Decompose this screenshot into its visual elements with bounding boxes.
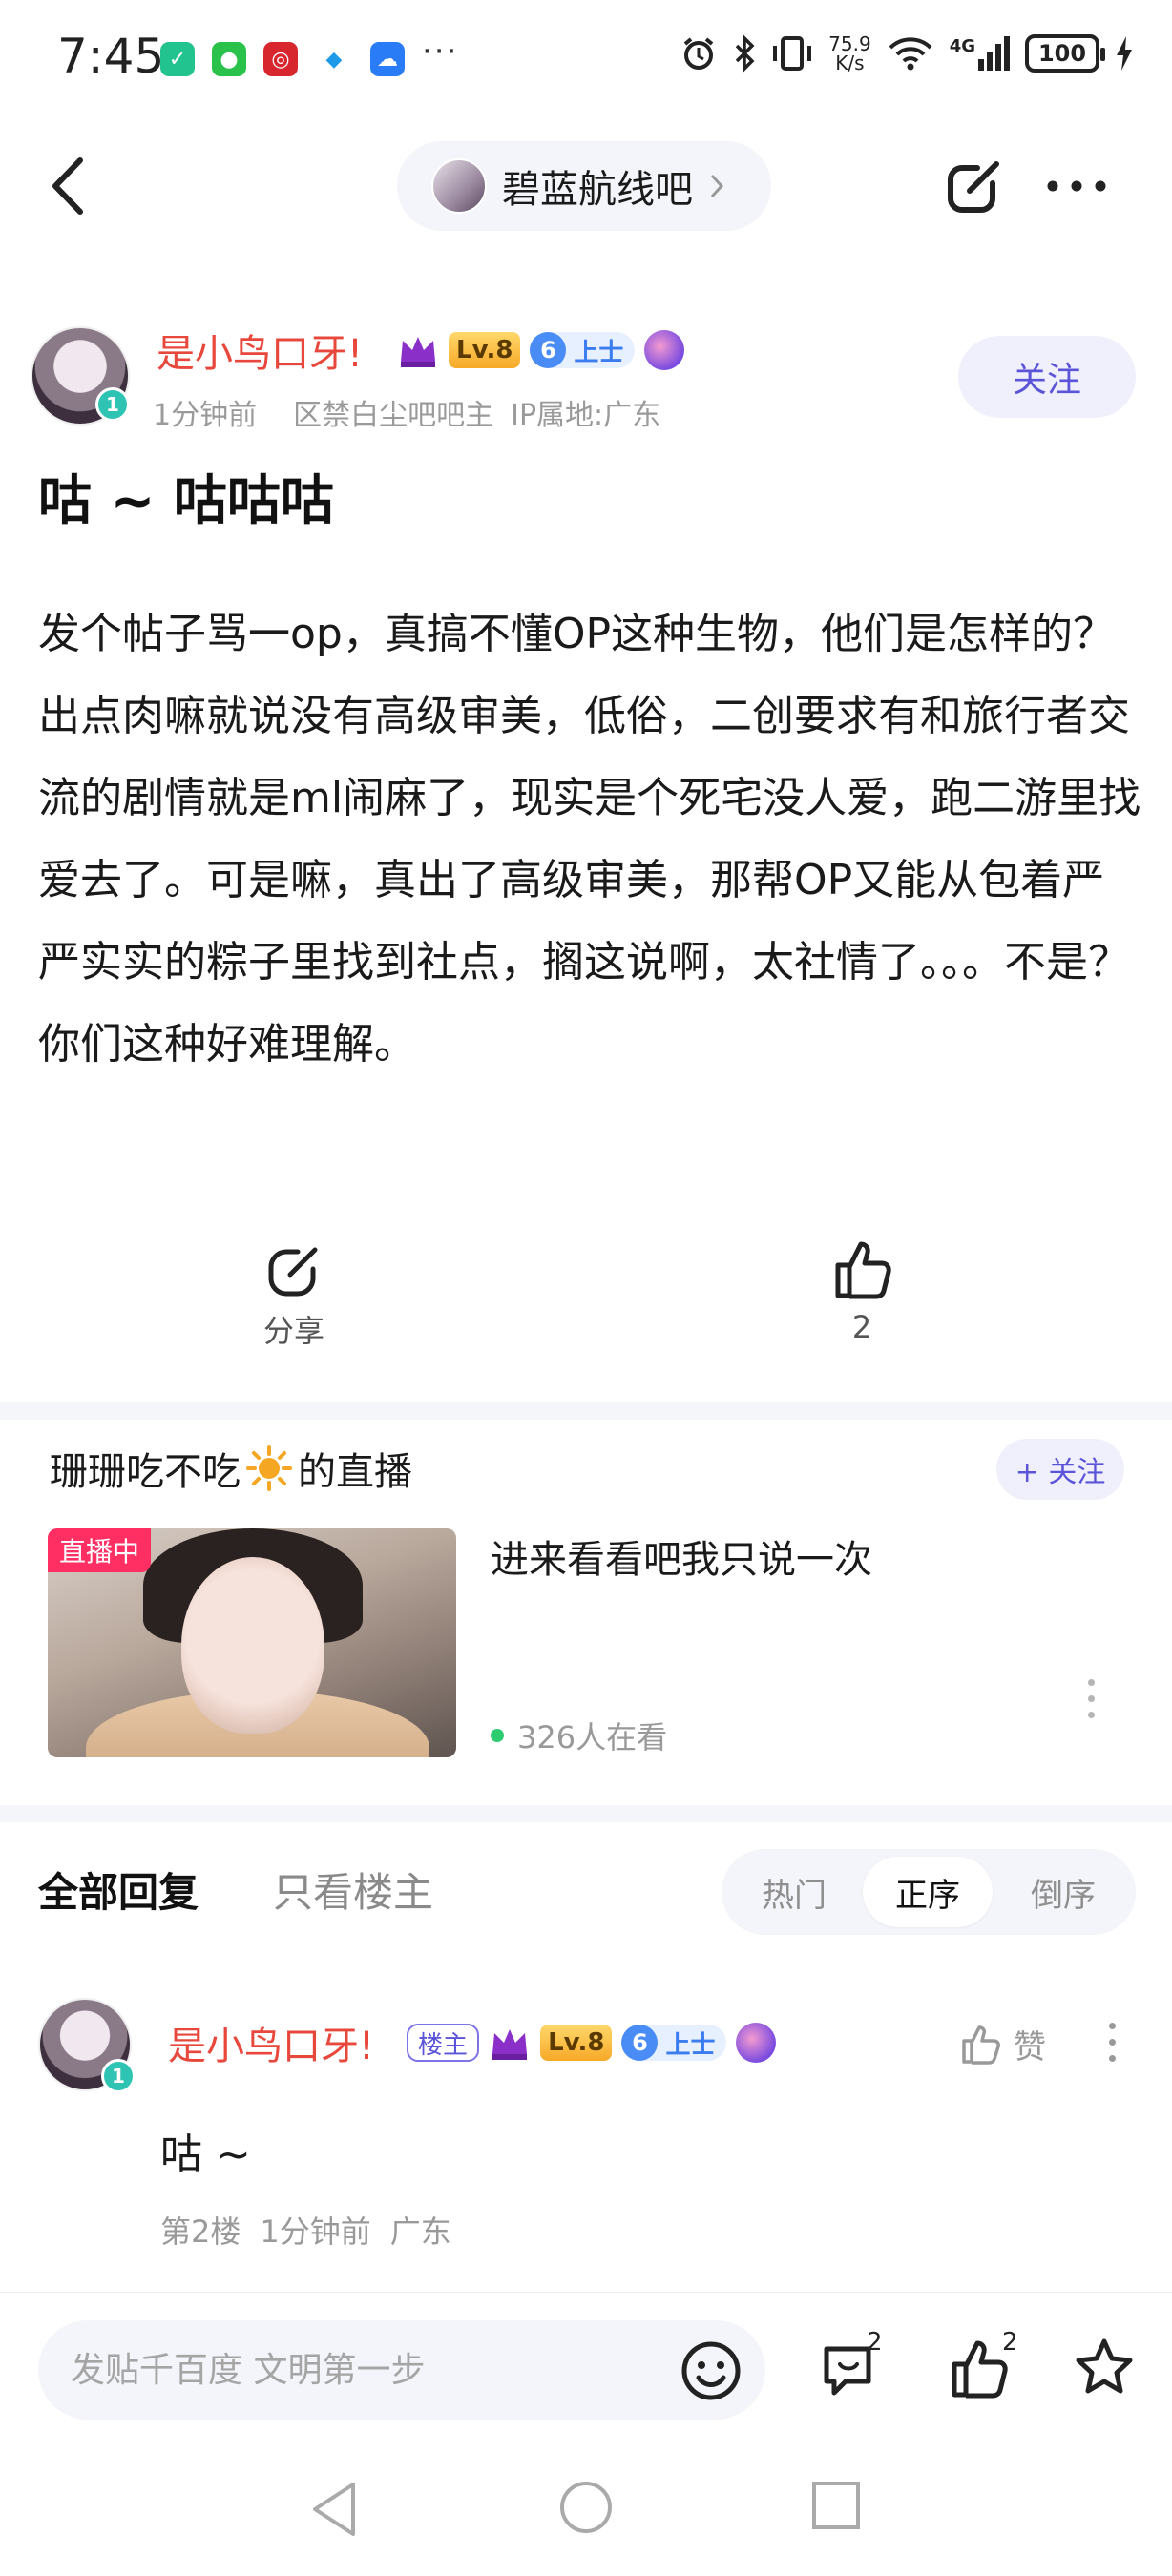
browser-app-icon: ◆ (317, 42, 351, 76)
live-headline[interactable]: 进来看看吧我只说一次 (491, 1528, 872, 1584)
tab-op-only[interactable]: 只看楼主 (273, 1860, 433, 1919)
wifi-icon (889, 37, 932, 71)
reply-like-button[interactable]: 赞 (958, 2021, 1046, 2067)
reply-more-icon[interactable] (1109, 2023, 1116, 2062)
more-options-icon[interactable] (1046, 179, 1107, 193)
rank-badge: 6 上士 (621, 2025, 727, 2061)
level-badge: Lv.8 (449, 332, 521, 368)
charging-icon (1117, 36, 1132, 71)
sort-hot[interactable]: 热门 (729, 1857, 859, 1927)
sort-ascending[interactable]: 正序 (863, 1857, 993, 1927)
sort-toggle: 热门 正序 倒序 (722, 1849, 1136, 1935)
vibrate-icon (773, 36, 812, 71)
live-card-title[interactable]: 珊珊吃不吃 的直播 (50, 1441, 412, 1496)
author-line: 是小鸟口牙! Lv.8 6 上士 (157, 322, 685, 378)
crown-badge-icon (492, 2029, 528, 2060)
comment-count: 2 (867, 2328, 883, 2357)
section-divider (0, 1805, 1172, 1822)
weather-app-icon: ☁ (370, 42, 405, 76)
like-button[interactable]: 2 (828, 1236, 895, 1345)
more-notifications-icon: ··· (422, 32, 459, 71)
reply-floor: 第2楼 (160, 2213, 241, 2250)
nav-back-icon[interactable] (307, 2479, 361, 2540)
like-count: 2 (851, 1309, 872, 1345)
edit-post-icon[interactable] (945, 155, 1006, 216)
post-body: 发个帖子骂一op，真搞不懂OP这种生物，他们是怎样的？出点肉嘛就说没有高级审美，… (38, 610, 1141, 1069)
reply-input[interactable] (71, 2350, 605, 2390)
live-card-more-icon[interactable] (1088, 1679, 1095, 1718)
author-role: 区禁白尘吧吧主 (293, 399, 494, 432)
emoji-icon[interactable] (680, 2339, 743, 2402)
reply-time: 1分钟前 (260, 2213, 371, 2250)
post-time: 1分钟前 (153, 399, 258, 432)
live-dot-icon (491, 1729, 504, 1742)
back-arrow-icon[interactable] (46, 155, 90, 218)
ip-location: IP属地:广东 (511, 399, 661, 432)
share-icon (268, 1247, 318, 1297)
medal-icon (644, 330, 685, 370)
alarm-icon (683, 37, 714, 70)
live-status-tag: 直播中 (48, 1528, 152, 1572)
forum-name-pill[interactable]: 碧蓝航线吧 (397, 141, 771, 231)
bluetooth-icon (735, 34, 755, 73)
author-name[interactable]: 是小鸟口牙! (157, 322, 363, 378)
sun-emoji-icon (246, 1445, 292, 1491)
nav-recents-icon[interactable] (809, 2479, 863, 2532)
net-speed: 75.9 K/s (828, 32, 871, 74)
sort-descending[interactable]: 倒序 (998, 1857, 1128, 1927)
avatar-level-badge: 1 (95, 387, 130, 422)
status-time: 7:45 (57, 29, 165, 84)
reply-author-name[interactable]: 是小鸟口牙! (168, 2015, 374, 2070)
op-tag: 楼主 (407, 2024, 480, 2062)
follow-button[interactable]: 关注 (958, 336, 1136, 418)
avatar-level-badge: 1 (101, 2059, 136, 2093)
status-right: 75.9 K/s 4G 100 (680, 34, 1134, 73)
live-follow-button[interactable]: + 关注 (996, 1439, 1124, 1500)
reply-author-line: 是小鸟口牙! 楼主 Lv.8 6 上士 (168, 2015, 777, 2070)
reply-meta: 第2楼 1分钟前 广东 (160, 2208, 451, 2252)
cellular-signal-icon: 4G (950, 36, 1010, 71)
shield-app-icon: ✓ (160, 42, 195, 76)
reply-input-box[interactable] (38, 2320, 765, 2420)
reply-text: 咕 ~ (160, 2130, 251, 2179)
bank-app-icon: ◎ (263, 42, 298, 76)
thumbs-up-icon (962, 2025, 1000, 2065)
wechat-icon: ● (212, 42, 246, 76)
nav-home-icon[interactable] (557, 2479, 615, 2536)
thumbs-up-icon (835, 1241, 891, 1299)
chevron-right-icon (710, 174, 724, 198)
battery-icon: 100 (1025, 34, 1105, 73)
share-button[interactable]: 分享 (263, 1240, 324, 1351)
medal-icon (736, 2023, 777, 2063)
bottom-like-count: 2 (1002, 2328, 1018, 2357)
post-title: 咕 ~ 咕咕咕 (38, 470, 334, 532)
tab-all-replies[interactable]: 全部回复 (38, 1860, 199, 1919)
live-viewers: 326人在看 (491, 1714, 667, 1757)
forum-name: 碧蓝航线吧 (502, 168, 693, 212)
level-badge: Lv.8 (540, 2025, 613, 2061)
crown-badge-icon (401, 337, 436, 367)
post-meta: 1分钟前 区禁白尘吧吧主 IP属地:广东 (153, 391, 660, 433)
forum-avatar (431, 158, 487, 214)
reply-location: 广东 (389, 2213, 451, 2250)
favorite-star-icon[interactable] (1071, 2336, 1138, 2402)
section-divider (0, 1402, 1172, 1420)
rank-badge: 6 上士 (530, 332, 636, 368)
share-label: 分享 (263, 1313, 325, 1349)
